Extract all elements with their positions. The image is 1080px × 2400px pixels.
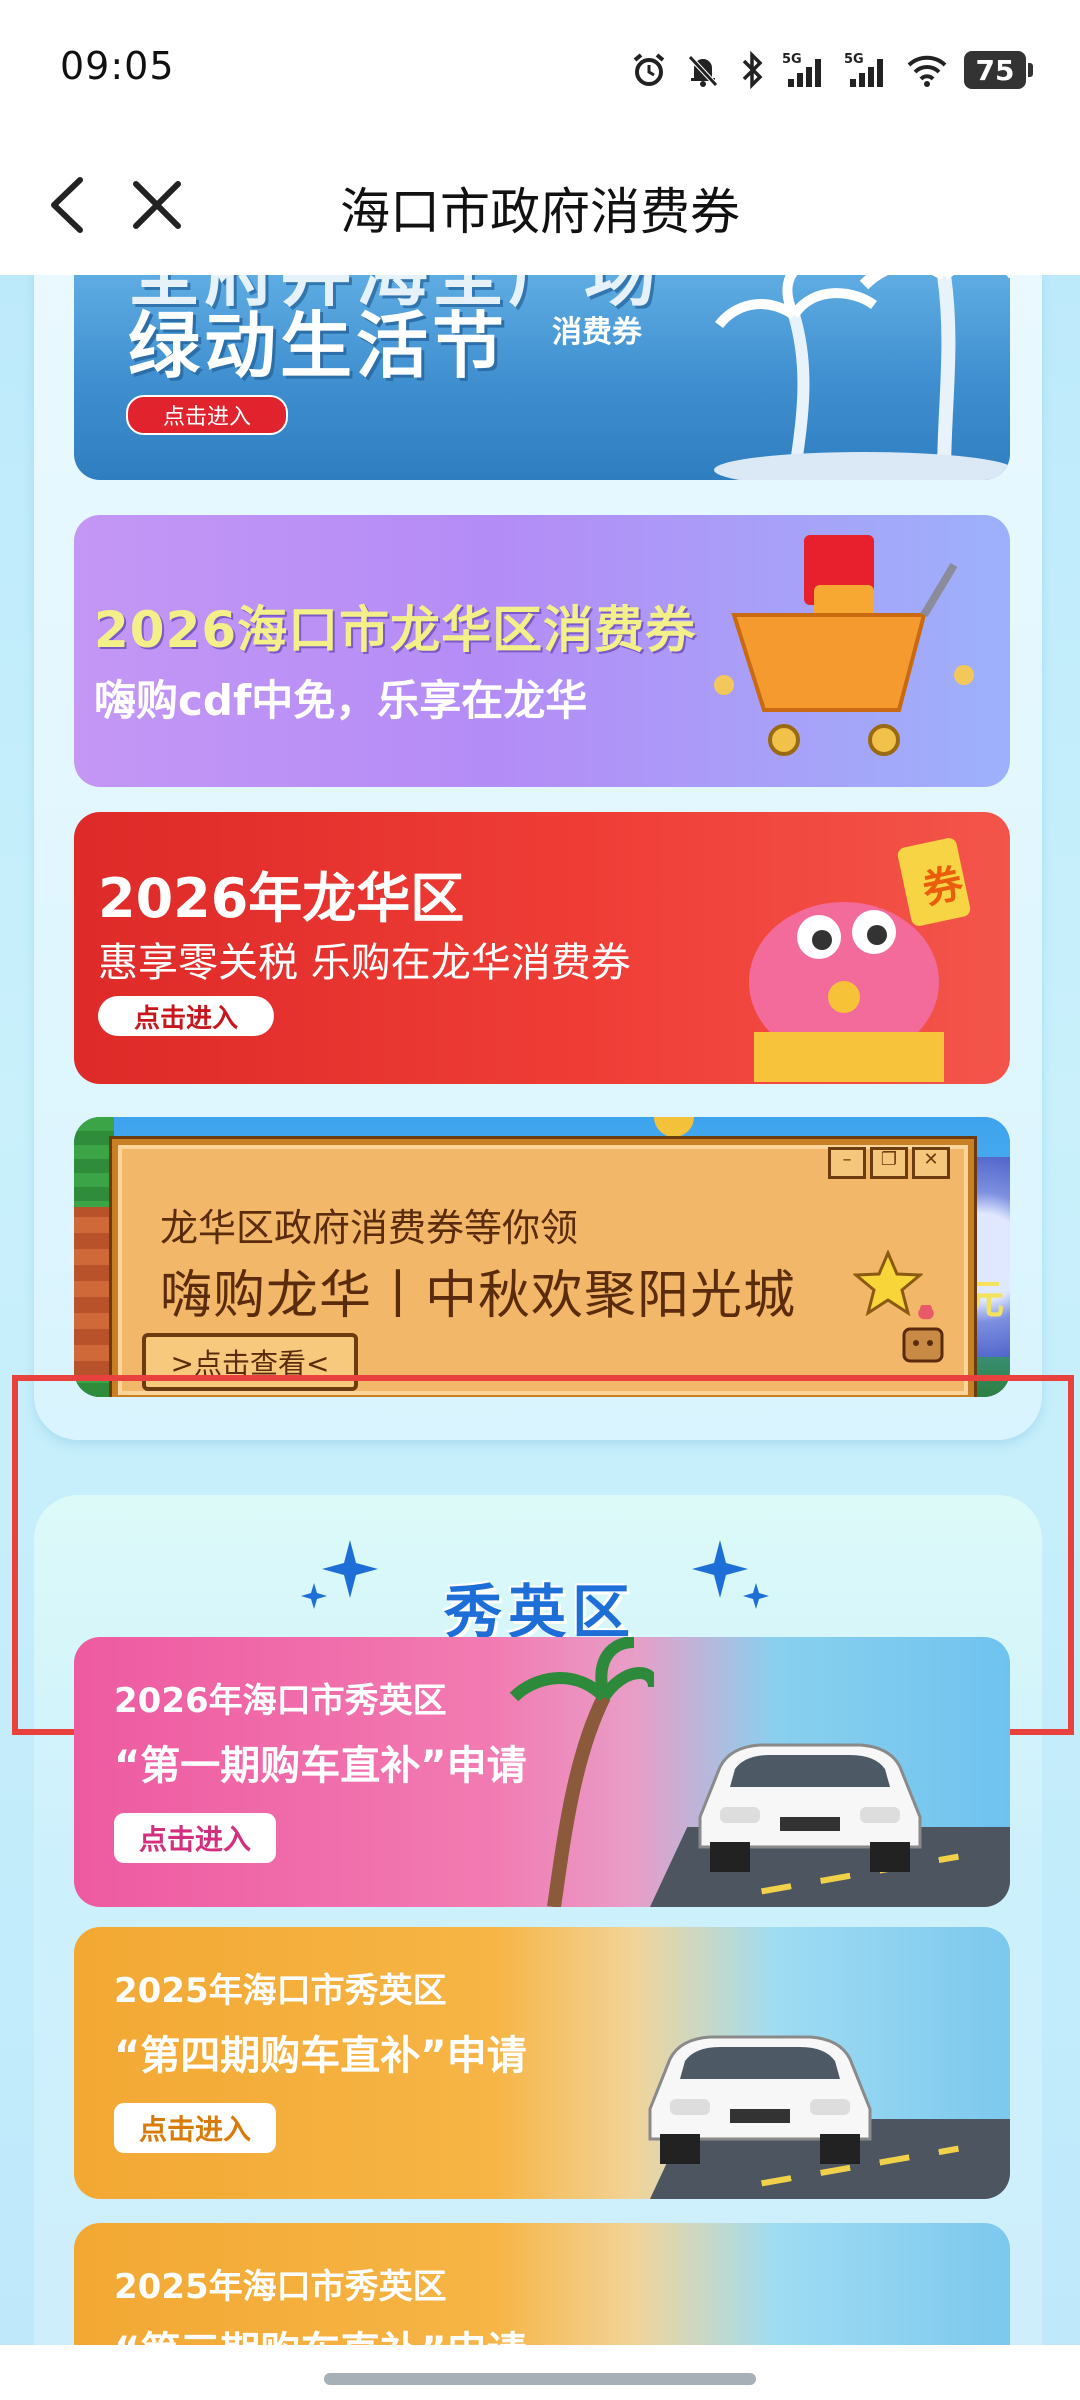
banner-title: 2025年海口市秀英区 [114,1971,447,2011]
car-icon [630,2333,890,2345]
cat-icon [902,1305,944,1363]
banner-title: 龙华区政府消费券等你领 [160,1206,579,1250]
enter-button[interactable]: 点击进入 [114,2103,276,2153]
enter-button[interactable]: 点击进入 [114,1813,276,1863]
banner-subtitle: 嗨购龙华丨中秋欢聚阳光城 [160,1266,797,1326]
palm-tree-icon [714,275,1010,480]
battery-icon: 75 [964,51,1033,89]
banner-title: 2026年龙华区 [98,867,465,930]
battery-level: 75 [975,53,1015,87]
banner-title: 2025年海口市秀英区 [114,2267,447,2307]
status-bar: 09:05 5G 5G 75 [0,0,1080,140]
signal-5g-icon: 5G [782,52,821,87]
car-icon [698,1743,922,1872]
shopping-cart-icon [714,535,974,756]
window-controls: – ❐ ✕ [828,1147,950,1179]
banner-longhua-voucher[interactable]: 2026海口市龙华区消费券 嗨购cdf中免，乐享在龙华 [74,515,1010,787]
banner-subtitle: “第四期购车直补”申请 [114,2033,527,2079]
pixel-window: – ❐ ✕ 龙华区政府消费券等你领 嗨购龙华丨中秋欢聚阳光城 >点击查看< [112,1139,974,1397]
signal-5g-icon: 5G [844,52,883,87]
banner-longhua-tax[interactable]: 2026年龙华区 惠享零关税 乐购在龙华消费券 点击进入 券 [74,812,1010,1084]
banner-subtitle: 嗨购cdf中免，乐享在龙华 [94,676,588,725]
banner-subtitle: 惠享零关税 乐购在龙华消费券 [98,940,631,986]
banner-title: 2026年海口市秀英区 [114,1681,447,1721]
banner-mid-autumn[interactable]: 0元 – ❐ ✕ 龙华区政府消费券等你领 嗨购龙华丨中秋欢聚阳光城 >点击查看< [74,1117,1010,1397]
banner-title: 绿动生活节 [128,304,509,388]
enter-button[interactable]: 点击进入 [98,996,274,1036]
alarm-icon [633,53,665,86]
close-icon: ✕ [912,1147,950,1179]
banner-subtitle: “第三期购车直补”申请 [114,2319,527,2345]
mascot-icon [749,838,971,1082]
content-area[interactable]: 全府井海全广场 绿动生活节 消费券 点击进入 2026海口市龙华区消费券 嗨购c… [0,275,1080,2345]
car-icon [648,2035,872,2164]
banner-car-subsidy-4[interactable]: 2025年海口市秀英区 “第四期购车直补”申请 点击进入 [74,1927,1010,2199]
banner-title: 2026海口市龙华区消费券 [94,601,697,659]
svg-text:5G: 5G [782,52,802,67]
view-button[interactable]: >点击查看< [142,1333,358,1391]
page-title: 海口市政府消费券 [340,183,740,241]
palm-tree-icon [509,1637,654,1907]
enter-button[interactable]: 点击进入 [126,395,288,435]
home-indicator[interactable] [324,2373,756,2385]
banner-subtitle: 消费券 [552,315,642,350]
bluetooth-icon [742,51,763,89]
status-time: 09:05 [60,44,175,88]
banner-car-subsidy-1[interactable]: 2026年海口市秀英区 “第一期购车直补”申请 点击进入 [74,1637,1010,1907]
restore-icon: ❐ [870,1147,908,1179]
svg-text:5G: 5G [844,52,864,67]
nav-bar: 海口市政府消费券 [0,140,1080,275]
minimize-icon: – [828,1147,866,1179]
status-icons: 5G 5G 75 [630,48,1033,92]
wifi-icon [907,55,947,87]
banner-green-living[interactable]: 全府井海全广场 绿动生活节 消费券 点击进入 [74,275,1010,480]
banner-car-subsidy-3[interactable]: 2025年海口市秀英区 “第三期购车直补”申请 [74,2223,1010,2345]
bell-off-icon [688,55,718,87]
